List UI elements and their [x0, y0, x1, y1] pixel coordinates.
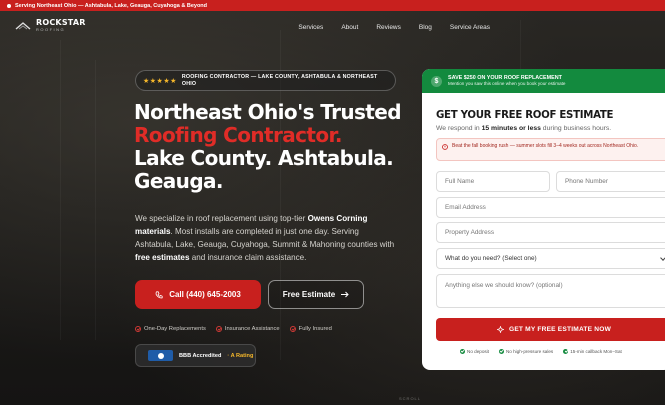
lead-bold-estimates: free estimates: [135, 252, 190, 262]
headline-line-1: Northeast Ohio's Trusted: [134, 100, 402, 124]
form-subtitle: We respond in 15 minutes or less during …: [436, 125, 611, 132]
guarantee-item: 15-min callback Mon–Sat: [563, 349, 622, 354]
nav-service-areas[interactable]: Service Areas: [450, 24, 490, 31]
trust-item: One-Day Replacements: [135, 326, 206, 332]
trust-points: One-Day Replacements Insurance Assistanc…: [135, 326, 332, 332]
form-sub-text: We respond in: [436, 125, 482, 132]
announcement-bar: Serving Northeast Ohio — Ashtabula, Lake…: [0, 0, 665, 11]
hero-headline: Northeast Ohio's Trusted Roofing Contrac…: [134, 100, 402, 193]
arrow-right-icon: [341, 291, 349, 298]
promo-subtitle: Mention you saw this online when you boo…: [448, 81, 566, 87]
logo-title: ROCKSTAR: [36, 18, 86, 27]
notice-text: Beat the fall booking rush — summer slot…: [452, 143, 639, 149]
estimate-form-card: $ SAVE $250 ON YOUR ROOF REPLACEMENT Men…: [422, 69, 665, 370]
logo-subtitle: ROOFING: [36, 27, 66, 32]
bbb-label: BBB Accredited: [179, 352, 222, 359]
address-input[interactable]: Property Address: [436, 222, 665, 243]
check-circle-icon: [215, 326, 222, 332]
service-select[interactable]: What do you need? (Select one): [436, 248, 665, 269]
form-sub-bold: 15 minutes or less: [481, 125, 541, 132]
scroll-indicator[interactable]: SCROLL: [399, 396, 421, 401]
bbb-seal-icon: [148, 350, 173, 361]
announcement-text: Serving Northeast Ohio — Ashtabula, Lake…: [15, 2, 208, 9]
trust-item: Insurance Assistance: [215, 326, 280, 332]
guarantee-label: No high-pressure sales: [505, 349, 554, 354]
hero-description: We specialize in roof replacement using …: [135, 213, 395, 265]
nav-reviews[interactable]: Reviews: [376, 24, 401, 31]
phone-input[interactable]: Phone Number: [556, 171, 665, 192]
form-guarantees: No deposit No high-pressure sales 15-min…: [460, 349, 622, 354]
check-icon: [563, 349, 569, 354]
check-icon: [460, 349, 465, 354]
nav-about[interactable]: About: [341, 24, 358, 31]
call-button-label: Call (440) 645-2003: [169, 290, 241, 299]
send-icon: [497, 326, 504, 333]
main-nav: Services About Reviews Blog Service Area…: [298, 24, 490, 31]
rating-badge: ★★★★★ ROOFING CONTRACTOR — LAKE COUNTY, …: [135, 70, 396, 91]
lead-text: . Most installs are completed in just on…: [135, 226, 395, 249]
form-title: GET YOUR FREE ROOF ESTIMATE: [436, 110, 614, 121]
headline-line-2: Roofing Contractor.: [134, 123, 343, 147]
submit-label: GET MY FREE ESTIMATE NOW: [509, 326, 611, 333]
star-rating-icon: ★★★★★: [143, 77, 177, 85]
alert-icon: [442, 144, 448, 150]
dollar-icon: $: [431, 75, 442, 87]
trust-item: Fully Insured: [289, 326, 332, 332]
roof-logo-icon: [15, 21, 31, 30]
badge-text: ROOFING CONTRACTOR — LAKE COUNTY, ASHTAB…: [181, 73, 378, 87]
guarantee-item: No high-pressure sales: [498, 349, 554, 354]
email-input[interactable]: Email Address: [436, 197, 665, 218]
headline-line-4: Geauga.: [134, 169, 224, 193]
logo[interactable]: ROCKSTAR ROOFING: [15, 19, 86, 32]
check-icon: [498, 349, 504, 354]
phone-icon: [155, 290, 163, 298]
free-estimate-label: Free Estimate: [282, 290, 336, 299]
booking-notice: Beat the fall booking rush — summer slot…: [436, 138, 665, 161]
free-estimate-button[interactable]: Free Estimate: [268, 280, 364, 309]
chevron-down-icon: [660, 255, 665, 261]
service-select-value: What do you need? (Select one): [445, 255, 537, 262]
bbb-badge[interactable]: BBB Accredited · A Rating: [135, 344, 256, 367]
call-button[interactable]: Call (440) 645-2003: [135, 280, 261, 309]
trust-label: Insurance Assistance: [224, 326, 280, 332]
message-textarea[interactable]: Anything else we should know? (optional): [436, 274, 665, 308]
submit-estimate-button[interactable]: GET MY FREE ESTIMATE NOW: [436, 318, 665, 341]
guarantee-label: No deposit: [467, 349, 489, 354]
full-name-input[interactable]: Full Name: [436, 171, 550, 192]
nav-blog[interactable]: Blog: [419, 24, 432, 31]
trust-label: One-Day Replacements: [144, 326, 206, 332]
nav-services[interactable]: Services: [298, 24, 323, 31]
trust-label: Fully Insured: [298, 326, 332, 332]
check-circle-icon: [135, 326, 141, 332]
location-icon: [7, 3, 11, 8]
guarantee-label: 15-min callback Mon–Sat: [570, 349, 622, 354]
promo-banner: $ SAVE $250 ON YOUR ROOF REPLACEMENT Men…: [422, 69, 665, 93]
bbb-rating: · A Rating: [227, 352, 254, 359]
lead-text: and insurance claim assistance.: [189, 252, 307, 262]
headline-line-3: Lake County. Ashtabula.: [134, 146, 394, 170]
check-circle-icon: [289, 326, 296, 332]
lead-text: We specialize in roof replacement using …: [135, 214, 308, 223]
form-sub-text: during business hours.: [540, 125, 612, 132]
guarantee-item: No deposit: [460, 349, 489, 354]
